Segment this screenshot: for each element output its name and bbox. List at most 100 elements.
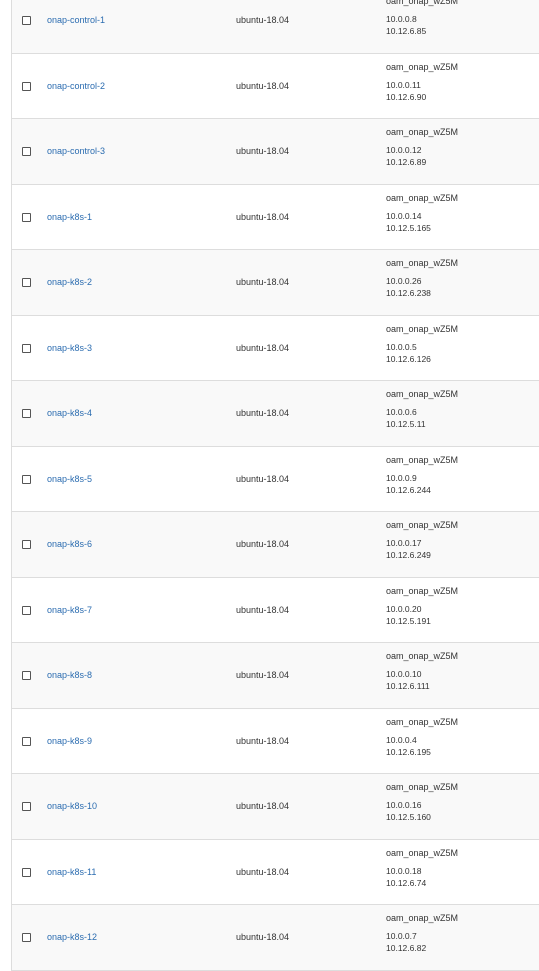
instance-name-link[interactable]: onap-control-2: [47, 81, 105, 91]
row-select-checkbox[interactable]: [22, 605, 31, 615]
network-name: oam_onap_wZ5M: [386, 454, 459, 465]
ip-address-cell: oam_onap_wZ5M 10.0.0.5 10.12.6.126: [386, 323, 536, 365]
network-name: oam_onap_wZ5M: [386, 258, 459, 268]
instance-name-link[interactable]: onap-k8s-9: [47, 736, 92, 746]
instance-name-link[interactable]: onap-k8s-4: [47, 408, 92, 418]
instance-name-link[interactable]: onap-k8s-1: [47, 212, 92, 222]
ip-address: 10.12.6.90: [386, 91, 427, 102]
table-row: onap-k8s-4 ubuntu-18.04 oam_onap_wZ5M 10.0.…: [12, 381, 539, 447]
row-select-checkbox[interactable]: [22, 147, 31, 157]
ip-address: 10.12.5.165: [386, 222, 431, 233]
row-select-checkbox[interactable]: [22, 212, 31, 222]
ip-address: 10.0.0.5: [386, 341, 417, 352]
instance-name-link[interactable]: onap-control-3: [47, 146, 105, 156]
row-select-checkbox[interactable]: [22, 867, 31, 877]
image-name: ubuntu-18.04: [236, 539, 290, 550]
network-name: oam_onap_wZ5M: [386, 716, 459, 727]
network-name: oam_onap_wZ5M: [386, 782, 459, 792]
table-row: onap-control-3 ubuntu-18.04 oam_onap_wZ5M 1…: [12, 119, 539, 185]
table-row: onap-k8s-7 ubuntu-18.04 oam_onap_wZ5M 10.0.…: [12, 577, 539, 643]
image-name: ubuntu-18.04: [236, 473, 290, 484]
ip-address-cell: oam_onap_wZ5M 10.0.0.4 10.12.6.195: [386, 716, 536, 758]
ip-address: 10.0.0.4: [386, 734, 417, 745]
row-select-checkbox[interactable]: [22, 540, 31, 550]
ip-address-cell: oam_onap_wZ5M 10.0.0.26 10.12.6.238: [386, 257, 536, 299]
row-select-checkbox[interactable]: [22, 802, 31, 812]
ip-address-cell: oam_onap_wZ5M 10.0.0.8 10.12.6.85: [386, 0, 536, 37]
ip-address-cell: oam_onap_wZ5M 10.0.0.9 10.12.6.244: [386, 454, 536, 496]
ip-address: 10.12.5.160: [386, 812, 431, 822]
ip-address: 10.12.5.11: [386, 419, 426, 429]
ip-address: 10.0.0.12: [386, 145, 422, 155]
instance-name-link[interactable]: onap-k8s-3: [47, 343, 92, 353]
ip-address: 10.12.6.82: [386, 943, 427, 953]
instance-name-link[interactable]: onap-k8s-11: [47, 867, 96, 877]
table-row: onap-k8s-11 ubuntu-18.04 oam_onap_wZ5M 10.0…: [12, 839, 539, 905]
instance-name-link[interactable]: onap-k8s-2: [47, 277, 92, 287]
ip-address-cell: oam_onap_wZ5M 10.0.0.14 10.12.5.165: [386, 192, 536, 234]
ip-address-cell: oam_onap_wZ5M 10.0.0.18 10.12.6.74: [386, 847, 536, 889]
image-name: ubuntu-18.04: [236, 801, 290, 812]
table-row: onap-control-2 ubuntu-18.04 oam_onap_wZ5M 1…: [12, 53, 539, 119]
table-row: onap-k8s-12 ubuntu-18.04 oam_onap_wZ5M 10.0…: [12, 905, 539, 971]
instance-name-link[interactable]: onap-k8s-6: [47, 539, 92, 549]
instance-name-link[interactable]: onap-k8s-7: [47, 605, 92, 615]
network-name: oam_onap_wZ5M: [386, 913, 459, 923]
ip-address-cell: oam_onap_wZ5M 10.0.0.6 10.12.5.11: [386, 388, 536, 430]
row-select-checkbox[interactable]: [22, 671, 31, 681]
image-name: ubuntu-18.04: [236, 15, 290, 26]
ip-address: 10.0.0.26: [386, 276, 422, 286]
image-name: ubuntu-18.04: [236, 670, 290, 681]
network-name: oam_onap_wZ5M: [386, 651, 459, 661]
network-name: oam_onap_wZ5M: [386, 585, 459, 596]
row-select-checkbox[interactable]: [22, 409, 31, 419]
ip-address: 10.0.0.8: [386, 14, 417, 24]
table-row: onap-k8s-3 ubuntu-18.04 oam_onap_wZ5M 10.0.…: [12, 315, 539, 381]
image-name: ubuntu-18.04: [236, 211, 290, 222]
table-row: onap-k8s-2 ubuntu-18.04 oam_onap_wZ5M 10.0.…: [12, 250, 539, 316]
image-name: ubuntu-18.04: [236, 735, 290, 746]
image-name: ubuntu-18.04: [236, 277, 290, 288]
ip-address: 10.12.6.238: [386, 288, 431, 298]
image-name: ubuntu-18.04: [236, 866, 290, 877]
instance-name-link[interactable]: onap-k8s-5: [47, 474, 92, 484]
instances-table: onap-control-1 ubuntu-18.04 oam_onap_wZ5M 1…: [11, 0, 539, 971]
table-row: onap-k8s-8 ubuntu-18.04 oam_onap_wZ5M 10.0.…: [12, 643, 539, 709]
ip-address-cell: oam_onap_wZ5M 10.0.0.7 10.12.6.82: [386, 912, 536, 954]
row-select-checkbox[interactable]: [22, 16, 31, 26]
ip-address: 10.0.0.10: [386, 669, 422, 679]
table-row: onap-k8s-10 ubuntu-18.04 oam_onap_wZ5M 10.0…: [12, 774, 539, 840]
ip-address: 10.0.0.9: [386, 472, 417, 483]
ip-address: 10.0.0.20: [386, 603, 422, 614]
instance-name-link[interactable]: onap-k8s-10: [47, 801, 97, 811]
network-name: oam_onap_wZ5M: [386, 61, 459, 72]
ip-address-cell: oam_onap_wZ5M 10.0.0.20 10.12.5.191: [386, 585, 536, 627]
ip-address-cell: oam_onap_wZ5M 10.0.0.11 10.12.6.90: [386, 61, 536, 103]
ip-address: 10.0.0.14: [386, 210, 422, 221]
image-name: ubuntu-18.04: [236, 80, 290, 91]
network-name: oam_onap_wZ5M: [386, 389, 459, 399]
network-name: oam_onap_wZ5M: [386, 127, 459, 137]
row-select-checkbox[interactable]: [22, 278, 31, 288]
row-select-checkbox[interactable]: [22, 736, 31, 746]
network-name: oam_onap_wZ5M: [386, 323, 459, 334]
ip-address: 10.0.0.18: [386, 865, 422, 876]
network-name: oam_onap_wZ5M: [386, 192, 459, 203]
instance-name-link[interactable]: onap-k8s-8: [47, 670, 92, 680]
network-name: oam_onap_wZ5M: [386, 0, 459, 6]
ip-address: 10.0.0.7: [386, 931, 417, 941]
row-select-checkbox[interactable]: [22, 81, 31, 91]
instance-name-link[interactable]: onap-control-1: [47, 15, 105, 25]
table-row: onap-k8s-5 ubuntu-18.04 oam_onap_wZ5M 10.0.…: [12, 446, 539, 512]
table-row: onap-control-1 ubuntu-18.04 oam_onap_wZ5M 1…: [12, 0, 539, 54]
image-name: ubuntu-18.04: [236, 932, 290, 943]
image-name: ubuntu-18.04: [236, 408, 290, 419]
instance-name-link[interactable]: onap-k8s-12: [47, 932, 97, 942]
ip-address: 10.12.5.191: [386, 615, 431, 626]
row-select-checkbox[interactable]: [22, 474, 31, 484]
network-name: oam_onap_wZ5M: [386, 847, 459, 858]
row-select-checkbox[interactable]: [22, 343, 31, 353]
row-select-checkbox[interactable]: [22, 933, 31, 943]
table-row: onap-k8s-1 ubuntu-18.04 oam_onap_wZ5M 10.0.…: [12, 184, 539, 250]
ip-address-cell: oam_onap_wZ5M 10.0.0.17 10.12.6.249: [386, 519, 536, 561]
